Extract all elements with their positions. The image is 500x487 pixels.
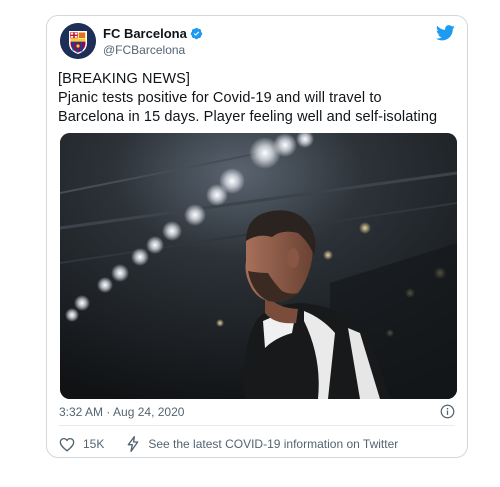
tweet-photo[interactable]	[60, 133, 457, 399]
like-count: 15K	[83, 437, 105, 451]
author-name-row[interactable]: FC Barcelona	[103, 26, 203, 41]
avatar[interactable]	[60, 23, 96, 59]
tweet-text: [BREAKING NEWS] Pjanic tests positive fo…	[58, 71, 438, 125]
fc-barcelona-crest-icon	[60, 23, 96, 59]
info-icon[interactable]	[440, 404, 455, 424]
covid-info-link[interactable]: See the latest COVID-19 information on T…	[126, 436, 398, 452]
divider	[59, 425, 455, 426]
tweet-actions: 15K See the latest COVID-19 information …	[59, 436, 398, 452]
tweet-timestamp[interactable]: 3:32 AM · Aug 24, 2020	[59, 405, 184, 419]
author-handle[interactable]: @FCBarcelona	[103, 43, 185, 57]
verified-badge-icon	[190, 27, 203, 40]
covid-info-label: See the latest COVID-19 information on T…	[148, 437, 399, 451]
heart-icon	[59, 437, 75, 452]
display-name[interactable]: FC Barcelona	[103, 26, 187, 41]
twitter-bird-icon[interactable]	[435, 25, 455, 46]
lightning-icon	[126, 436, 140, 452]
like-button[interactable]: 15K	[59, 437, 104, 452]
embedded-tweet-card[interactable]: FC Barcelona @FCBarcelona [BREAKING NEWS…	[46, 15, 468, 458]
